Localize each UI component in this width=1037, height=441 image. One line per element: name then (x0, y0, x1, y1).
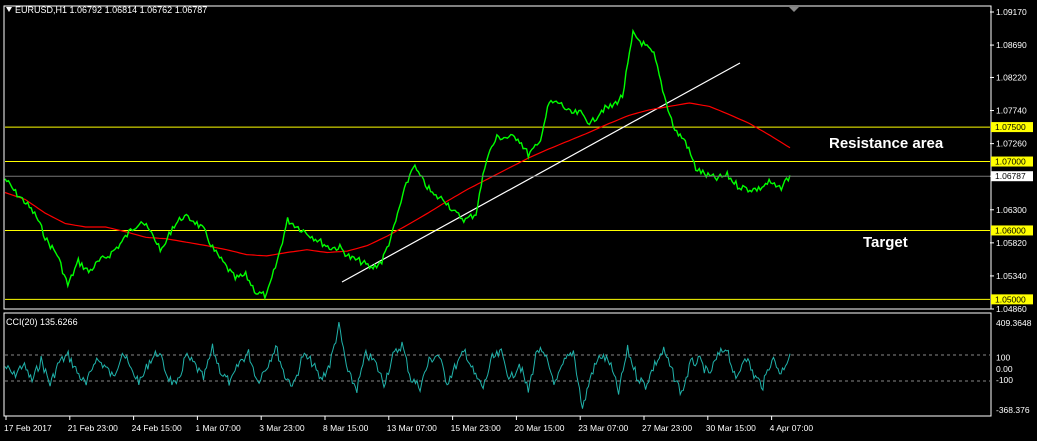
y-tick-label: 1.05820 (996, 238, 1027, 248)
indicator-header: CCI(20) 135.6266 (6, 317, 78, 327)
x-tick-label: 17 Feb 2017 (4, 423, 52, 433)
y-tick-label: 1.09170 (996, 7, 1027, 17)
trendline[interactable] (341, 62, 741, 283)
x-tick-label: 20 Mar 15:00 (514, 423, 564, 433)
y-tick-label: 1.07260 (996, 139, 1027, 149)
cci-y-tick-label: -368.376 (996, 405, 1030, 415)
open-price: 1.06792 (69, 5, 103, 15)
x-tick-label: 3 Mar 23:00 (259, 423, 305, 433)
indicator-value: 135.6266 (40, 317, 78, 327)
cci-y-tick-label: 409.3648 (996, 318, 1032, 328)
price-line (4, 28, 791, 301)
x-tick-label: 1 Mar 07:00 (195, 423, 241, 433)
cci-y-tick-label: 0.00 (996, 364, 1013, 374)
x-tick-label: 4 Apr 07:00 (770, 423, 814, 433)
indicator-frame (3, 312, 992, 417)
low-price: 1.06762 (139, 5, 173, 15)
cci-y-tick-label: -100 (996, 375, 1013, 385)
chart-shift-marker[interactable] (789, 7, 799, 12)
y-tick-label: 1.04860 (996, 304, 1027, 314)
chevron-down-icon[interactable] (6, 7, 12, 12)
level-tag-label: 1.05000 (995, 294, 1026, 304)
high-price: 1.06814 (104, 5, 138, 15)
level-tag-label: 1.07500 (995, 122, 1026, 132)
level-tag-label: 1.07000 (995, 157, 1026, 167)
main-chart-frame (3, 5, 992, 310)
indicator-name: CCI(20) (6, 317, 38, 327)
y-tick-label: 1.05340 (996, 271, 1027, 281)
target-label: Target (863, 234, 908, 251)
level-tag-label: 1.06000 (995, 225, 1026, 235)
x-tick-label: 8 Mar 15:00 (323, 423, 369, 433)
chart-header: EURUSD,H1 1.06792 1.06814 1.06762 1.0678… (6, 5, 207, 15)
moving-average-line (4, 102, 791, 257)
x-tick-label: 13 Mar 07:00 (387, 423, 437, 433)
cci-line (4, 322, 791, 409)
x-tick-label: 27 Mar 23:00 (642, 423, 692, 433)
resistance-area-label: Resistance area (829, 135, 944, 152)
last-price-label: 1.06787 (995, 171, 1026, 181)
y-tick-label: 1.08220 (996, 72, 1027, 82)
x-tick-label: 15 Mar 23:00 (451, 423, 501, 433)
x-tick-label: 24 Feb 15:00 (132, 423, 182, 433)
y-tick-label: 1.06300 (996, 205, 1027, 215)
y-tick-label: 1.07740 (996, 106, 1027, 116)
price-chart: 1.09170 1.08690 1.08220 1.07740 1.07260 1.067… (3, 5, 1033, 433)
cci-y-tick-label: 100 (996, 353, 1010, 363)
close-price: 1.06787 (174, 5, 208, 15)
x-tick-label: 30 Mar 15:00 (706, 423, 756, 433)
y-tick-label: 1.08690 (996, 40, 1027, 50)
symbol-timeframe: EURUSD,H1 (15, 5, 68, 15)
x-tick-label: 23 Mar 07:00 (578, 423, 628, 433)
x-tick-label: 21 Feb 23:00 (68, 423, 118, 433)
